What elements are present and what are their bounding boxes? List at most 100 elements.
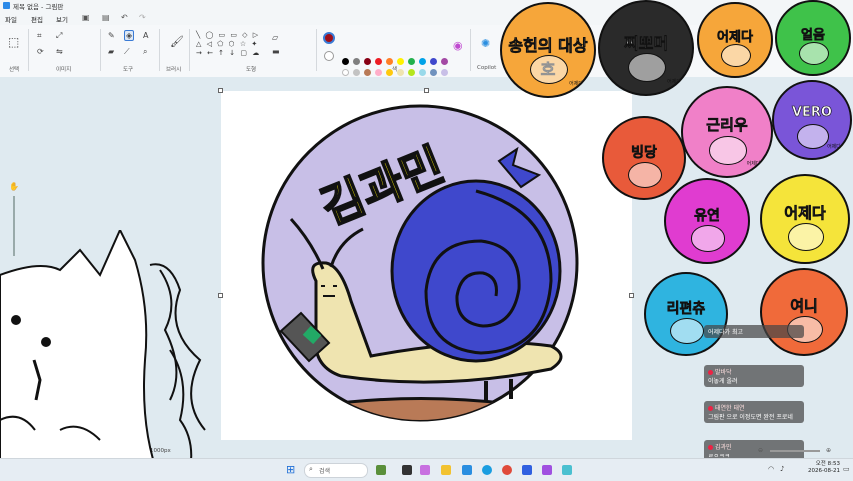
- chat-username-text: 김과민: [715, 444, 732, 451]
- fill-style-icon[interactable]: ▬: [272, 47, 280, 56]
- redo-icon[interactable]: ↷: [139, 13, 146, 22]
- sticker-text: 얼음: [801, 27, 826, 43]
- taskbar-search[interactable]: ⌕ 검색: [304, 463, 368, 478]
- select-group-label: 선택: [9, 67, 20, 73]
- open-file-icon[interactable]: ▤: [102, 13, 110, 22]
- shapes-gallery[interactable]: ╲ ◯ ▭ ▭ ◇ ▷ △ ◁ ⬠ ⬡ ☆ ✦ → ← ↑ ↓ ▢ ☁: [196, 31, 266, 59]
- taskbar-app-icon[interactable]: [376, 465, 386, 475]
- color-picker-icon[interactable]: ⟋: [124, 47, 130, 57]
- sticker-text: 어제다: [717, 29, 753, 45]
- palette-swatch[interactable]: [441, 69, 448, 76]
- rotate-icon[interactable]: ⟳: [37, 47, 44, 56]
- sticker-badge: 여니: [760, 268, 848, 356]
- palette-swatch[interactable]: [397, 58, 404, 65]
- sticker-badge: 송헌의 대상호어제다: [500, 2, 596, 98]
- chat-message: 태연한 태연그림판 으로 이정도면 완전 프로네: [704, 401, 804, 423]
- palette-swatch[interactable]: [397, 69, 404, 76]
- copilot-taskbar-icon[interactable]: [420, 465, 430, 475]
- canvas-handle-ml[interactable]: [218, 293, 223, 298]
- undo-icon[interactable]: ↶: [121, 13, 128, 22]
- flip-icon[interactable]: ⇋: [56, 47, 63, 56]
- drawing-canvas[interactable]: 김과민: [221, 91, 632, 440]
- app-icon-purple[interactable]: [542, 465, 552, 475]
- fill-icon[interactable]: ◈: [124, 30, 135, 41]
- palette-swatch[interactable]: [342, 69, 349, 76]
- palette-swatch[interactable]: [364, 58, 371, 65]
- edge-icon[interactable]: [482, 465, 492, 475]
- palette-swatch[interactable]: [408, 58, 415, 65]
- chat-text: 그림판 으로 이정도면 완전 프로네: [708, 414, 793, 421]
- sticker-character: [628, 162, 662, 188]
- palette-swatch[interactable]: [386, 58, 393, 65]
- canvas-handle-mr[interactable]: [629, 293, 634, 298]
- sticker-text: 여니: [790, 297, 818, 316]
- volume-icon[interactable]: ♪: [780, 465, 784, 473]
- app-icon-blue[interactable]: [522, 465, 532, 475]
- store-icon[interactable]: [462, 465, 472, 475]
- pencil-icon[interactable]: ✎: [108, 31, 115, 40]
- paint-taskbar-icon[interactable]: [562, 465, 572, 475]
- windows-start-icon[interactable]: ⊞: [286, 463, 295, 476]
- user-icon: [708, 445, 713, 450]
- select-icon[interactable]: ⬚: [8, 35, 19, 49]
- save-icon[interactable]: ▣: [82, 13, 90, 22]
- sticker-character: [709, 136, 747, 165]
- outline-icon[interactable]: ▱: [272, 33, 278, 42]
- search-placeholder: 검색: [319, 468, 331, 475]
- resize-icon[interactable]: ⤢: [56, 31, 62, 41]
- palette-swatch[interactable]: [353, 58, 360, 65]
- chrome-icon[interactable]: [502, 465, 512, 475]
- palette-swatch[interactable]: [419, 58, 426, 65]
- clock-time: 오전 8:53: [815, 461, 840, 467]
- snail-artwork: 김과민: [261, 104, 579, 422]
- eraser-icon[interactable]: ▰: [108, 47, 114, 56]
- sticker-character: [787, 223, 825, 252]
- chat-username-text: 태연한 태연: [715, 405, 745, 412]
- palette-swatch[interactable]: [364, 69, 371, 76]
- canvas-handle-tc[interactable]: [424, 88, 429, 93]
- user-icon: [708, 370, 713, 375]
- sticker-character: [720, 43, 752, 68]
- sticker-badge: 찌뽀머 어제다: [598, 0, 694, 96]
- sticker-badge: VERO 어제다: [772, 80, 852, 160]
- palette-swatch[interactable]: [375, 58, 382, 65]
- canvas-handle-tl[interactable]: [218, 88, 223, 93]
- menu-view[interactable]: 보기: [56, 14, 68, 24]
- image-group-label: 이미지: [56, 67, 72, 73]
- chat-message: 발바닥 이놓게 올려: [704, 365, 804, 387]
- zoom-out-icon[interactable]: ⊖: [758, 447, 763, 454]
- menu-edit[interactable]: 편집: [31, 14, 43, 24]
- palette-swatch[interactable]: [419, 69, 426, 76]
- sticker-text: 근리우: [706, 116, 748, 135]
- notification-icon[interactable]: ▭: [843, 465, 850, 473]
- task-view-icon[interactable]: [402, 465, 412, 475]
- magnifier-icon[interactable]: ⌕: [143, 47, 147, 57]
- side-brush-icon[interactable]: ✋: [9, 182, 19, 191]
- system-clock[interactable]: 오전 8:53 2026-08-21: [808, 461, 840, 475]
- sticker-character: [529, 54, 569, 85]
- crop-icon[interactable]: ⌗: [37, 31, 42, 41]
- file-explorer-icon[interactable]: [441, 465, 451, 475]
- network-icon[interactable]: ◠: [768, 465, 774, 473]
- text-tool-icon[interactable]: A: [143, 31, 148, 40]
- palette-swatch[interactable]: [441, 58, 448, 65]
- palette-swatch[interactable]: [342, 58, 349, 65]
- palette-swatch[interactable]: [353, 69, 360, 76]
- secondary-color-swatch[interactable]: [324, 51, 334, 61]
- active-color-swatch[interactable]: [323, 32, 335, 44]
- brush-icon[interactable]: 🖌: [170, 35, 184, 48]
- palette-swatch[interactable]: [430, 58, 437, 65]
- sticker-badge: 얼음: [775, 0, 851, 76]
- copilot-group-label: Copilot: [477, 65, 497, 71]
- taskbar: ⊞ ⌕ 검색 ◠ ♪ ▭: [0, 458, 853, 481]
- palette-swatch[interactable]: [430, 69, 437, 76]
- copilot-icon[interactable]: ✺: [481, 37, 490, 50]
- brushes-group-label: 브러시: [166, 67, 182, 73]
- chat-message: 어제다가 최고: [704, 325, 804, 338]
- zoom-slider[interactable]: [770, 450, 820, 452]
- menu-file[interactable]: 파일: [5, 14, 17, 24]
- palette-swatch[interactable]: [375, 69, 382, 76]
- edit-colors-icon[interactable]: ◉: [453, 39, 463, 52]
- palette-swatch[interactable]: [408, 69, 415, 76]
- zoom-in-icon[interactable]: ⊕: [826, 447, 831, 454]
